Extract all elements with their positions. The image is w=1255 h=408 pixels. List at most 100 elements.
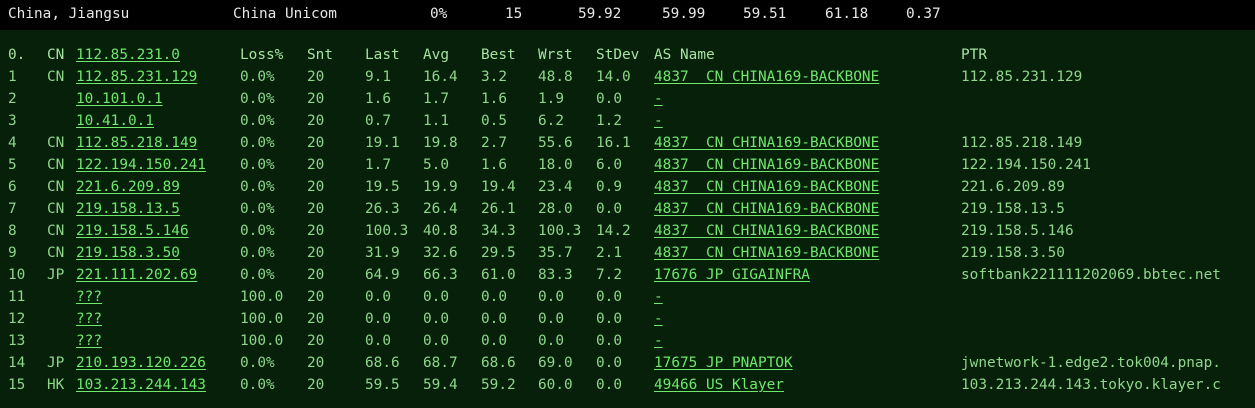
hop-ip: ??? <box>76 333 102 349</box>
summary-stdev: 0.37 <box>906 6 941 22</box>
hop-last: 19.1 <box>365 135 400 151</box>
hop-best: 61.0 <box>481 267 516 283</box>
hop-avg: 66.3 <box>423 267 458 283</box>
hop-wrst: 83.3 <box>538 267 573 283</box>
hop-loss: 0.0% <box>240 377 275 393</box>
hop-as[interactable]: 4837 CN CHINA169-BACKBONE <box>654 245 879 261</box>
hop-hop: 8 <box>8 223 17 239</box>
hop-as[interactable]: 4837 CN CHINA169-BACKBONE <box>654 201 879 217</box>
summary-best: 59.51 <box>743 6 787 22</box>
header-asname: AS Name <box>654 47 715 63</box>
hop-ptr: 219.158.3.50 <box>961 245 1065 261</box>
hop-cc: CN <box>47 223 65 239</box>
table-row: 13??? 100.0 20 0.0 0.0 0.0 0.0 0.0 - <box>0 330 1255 352</box>
hop-avg: 32.6 <box>423 245 458 261</box>
hop-stdev: 0.9 <box>596 179 622 195</box>
table-row: 8 CN 219.158.5.146 0.0% 20 100.3 40.8 34.3 100.3… <box>0 220 1255 242</box>
hop-ip[interactable]: 219.158.5.146 <box>76 223 189 239</box>
hop-ip[interactable]: 103.213.244.143 <box>76 377 206 393</box>
hop-hop: 1 <box>8 69 17 85</box>
hop-last: 1.7 <box>365 157 391 173</box>
hop-last: 1.6 <box>365 91 391 107</box>
hop-as[interactable]: 4837 CN CHINA169-BACKBONE <box>654 223 879 239</box>
hop-hop: 9 <box>8 245 17 261</box>
hop-best: 19.4 <box>481 179 516 195</box>
hop-ip[interactable]: 219.158.13.5 <box>76 201 180 217</box>
hop-cc: CN <box>47 179 65 195</box>
hop-ptr: 112.85.218.149 <box>961 135 1083 151</box>
hop-ptr: 219.158.13.5 <box>961 201 1065 217</box>
hop-last: 31.9 <box>365 245 400 261</box>
hop-avg: 59.4 <box>423 377 458 393</box>
hop-loss: 0.0% <box>240 355 275 371</box>
hop-avg: 19.8 <box>423 135 458 151</box>
hop-ip[interactable]: 10.101.0.1 <box>76 91 163 107</box>
hop-snt: 20 <box>307 333 325 349</box>
hop-as[interactable]: 4837 CN CHINA169-BACKBONE <box>654 157 879 173</box>
table-row: 10 JP 221.111.202.69 0.0% 20 64.9 66.3 61.0 83.3… <box>0 264 1255 286</box>
hop-last: 68.6 <box>365 355 400 371</box>
hop-best: 26.1 <box>481 201 516 217</box>
hop-avg: 68.7 <box>423 355 458 371</box>
hop-wrst: 0.0 <box>538 311 564 327</box>
hop-as[interactable]: 49466 US Klayer <box>654 377 784 393</box>
header-ip[interactable]: 112.85.231.0 <box>76 47 180 63</box>
table-row: 11??? 100.0 20 0.0 0.0 0.0 0.0 0.0 - <box>0 286 1255 308</box>
table-header-row: 0. CN 112.85.231.0 Loss% Snt Last Avg Be… <box>0 44 1255 66</box>
hop-as[interactable]: 17675 JP PNAPTOK <box>654 355 793 371</box>
hop-ptr: 103.213.244.143.tokyo.klayer.c <box>961 377 1221 393</box>
hop-hop: 3 <box>8 113 17 129</box>
hop-hop: 2 <box>8 91 17 107</box>
hop-ip[interactable]: 221.111.202.69 <box>76 267 197 283</box>
header-stdev: StDev <box>596 47 640 63</box>
hop-snt: 20 <box>307 355 325 371</box>
table-row: 15 HK 103.213.244.143 0.0% 20 59.5 59.4 59.2 60.… <box>0 374 1255 396</box>
hop-wrst: 28.0 <box>538 201 573 217</box>
table-row: 9 CN 219.158.3.50 0.0% 20 31.9 32.6 29.5 35.7 2.1… <box>0 242 1255 264</box>
hop-ip[interactable]: 221.6.209.89 <box>76 179 180 195</box>
hop-best: 29.5 <box>481 245 516 261</box>
hop-ip[interactable]: 112.85.231.129 <box>76 69 197 85</box>
hop-snt: 20 <box>307 267 325 283</box>
summary-last: 59.92 <box>578 6 622 22</box>
hop-ptr: softbank221111202069.bbtec.net <box>961 267 1221 283</box>
hop-as[interactable]: 4837 CN CHINA169-BACKBONE <box>654 135 879 151</box>
hop-last: 59.5 <box>365 377 400 393</box>
hop-best: 0.0 <box>481 333 507 349</box>
hop-cc: CN <box>47 245 65 261</box>
hop-wrst: 23.4 <box>538 179 573 195</box>
hop-avg: 1.1 <box>423 113 449 129</box>
header-avg: Avg <box>423 47 449 63</box>
hop-stdev: 0.0 <box>596 377 622 393</box>
hop-last: 64.9 <box>365 267 400 283</box>
table-row: 14 JP 210.193.120.226 0.0% 20 68.6 68.7 68.6 69.… <box>0 352 1255 374</box>
hop-snt: 20 <box>307 245 325 261</box>
hop-snt: 20 <box>307 157 325 173</box>
hop-loss: 100.0 <box>240 333 284 349</box>
hop-ip[interactable]: 219.158.3.50 <box>76 245 180 261</box>
hop-avg: 40.8 <box>423 223 458 239</box>
summary-bar: China, Jiangsu China Unicom 0% 15 59.92 … <box>0 0 1255 30</box>
hop-best: 3.2 <box>481 69 507 85</box>
hop-ip[interactable]: 210.193.120.226 <box>76 355 206 371</box>
hop-loss: 100.0 <box>240 289 284 305</box>
hop-ip[interactable]: 10.41.0.1 <box>76 113 154 129</box>
summary-loss: 0% <box>430 6 448 22</box>
hop-loss: 0.0% <box>240 157 275 173</box>
hop-as[interactable]: 17676 JP GIGAINFRA <box>654 267 810 283</box>
hop-as: - <box>654 91 663 107</box>
hop-snt: 20 <box>307 311 325 327</box>
summary-snt: 15 <box>505 6 523 22</box>
hop-ip[interactable]: 122.194.150.241 <box>76 157 206 173</box>
hop-loss: 0.0% <box>240 267 275 283</box>
hop-ip[interactable]: 112.85.218.149 <box>76 135 197 151</box>
hop-stdev: 0.0 <box>596 91 622 107</box>
hop-loss: 0.0% <box>240 179 275 195</box>
hop-wrst: 100.3 <box>538 223 582 239</box>
hop-best: 34.3 <box>481 223 516 239</box>
hop-avg: 0.0 <box>423 333 449 349</box>
hop-wrst: 0.0 <box>538 333 564 349</box>
hop-as[interactable]: 4837 CN CHINA169-BACKBONE <box>654 179 879 195</box>
hop-as[interactable]: 4837 CN CHINA169-BACKBONE <box>654 69 879 85</box>
hop-wrst: 6.2 <box>538 113 564 129</box>
